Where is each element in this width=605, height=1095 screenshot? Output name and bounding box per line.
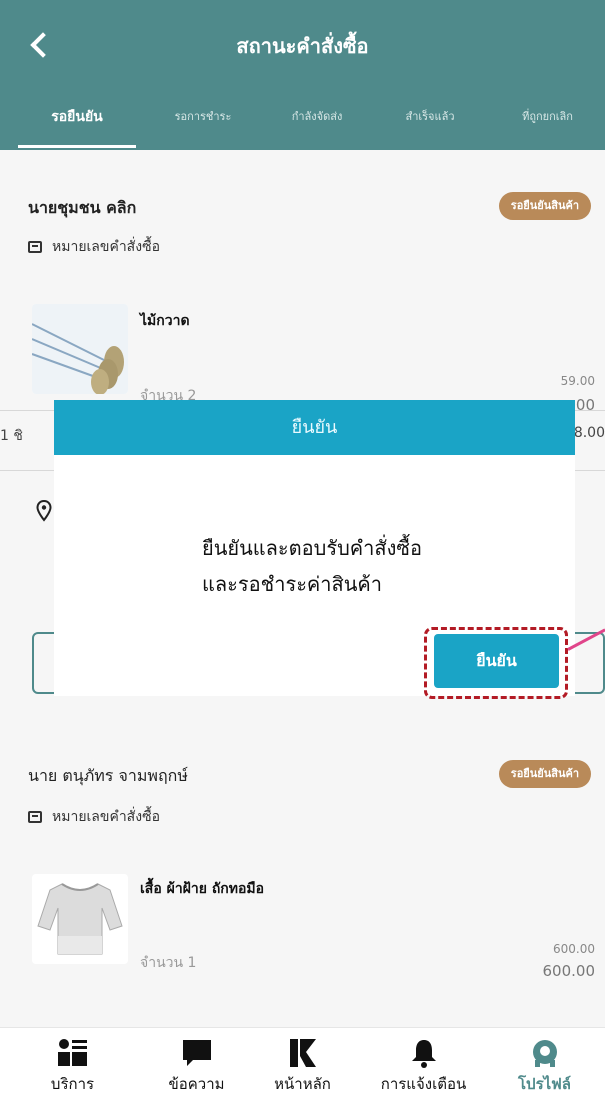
nav-label-notifications: การแจ้งเตือน [380, 1075, 467, 1093]
unit-price: 600.00 [553, 942, 595, 956]
product-name: เสื้อ ผ้าฝ้าย ถักทอมือ [140, 881, 265, 897]
buyer-name: นาย ตนุภัทร จามพฤกษ์ [28, 766, 188, 785]
order-number-label: หมายเลขคำสั่งซื้อ [52, 809, 160, 825]
order-number-row: หมายเลขคำสั่งซื้อ [28, 236, 160, 258]
tab-cancelled[interactable]: ที่ถูกยกเลิก [490, 88, 605, 150]
summary-total: 8.00 [573, 425, 605, 441]
product-quantity: จำนวน 1 [140, 955, 197, 971]
product-name: ไม้กวาด [140, 313, 190, 329]
page-title: สถานะคำสั่งซื้อ [236, 34, 369, 58]
services-icon [57, 1039, 87, 1066]
status-badge: รอยืนยันสินค้า [498, 192, 591, 220]
tab-awaiting-payment[interactable]: รอการชำระ [148, 88, 258, 150]
order-number-label: หมายเลขคำสั่งซื้อ [52, 239, 160, 255]
product-image-shirt [32, 874, 128, 964]
home-logo-icon [289, 1039, 316, 1067]
nav-item-messages[interactable]: ข้อความ [136, 1028, 257, 1095]
dialog-message-line-1: ยืนยันและตอบรับคำสั่งซื้อ [202, 536, 422, 560]
bell-icon [411, 1040, 436, 1068]
dialog-message-line-2: และรอชำระค่าสินค้า [202, 572, 383, 596]
bottom-navigation: บริการ ข้อความ หน้าหลัก การแจ้งเตือน โปร… [0, 1027, 605, 1095]
profile-icon [532, 1040, 557, 1067]
nav-label-messages: ข้อความ [168, 1075, 225, 1093]
summary-count: 1 ชิ [0, 428, 23, 444]
total-price: 600.00 [542, 962, 596, 980]
document-icon [28, 241, 42, 253]
buyer-name: นายชุมชน คลิก [28, 198, 137, 217]
dialog-title: ยืนยัน [54, 400, 575, 455]
tab-shipping[interactable]: กำลังจัดส่ง [262, 88, 372, 150]
nav-item-services[interactable]: บริการ [12, 1028, 133, 1095]
message-icon [182, 1040, 211, 1066]
status-badge: รอยืนยันสินค้า [498, 760, 591, 788]
nav-item-profile[interactable]: โปรไฟล์ [484, 1028, 605, 1095]
unit-price: 59.00 [560, 374, 595, 388]
nav-label-services: บริการ [50, 1075, 95, 1093]
app-header: สถานะคำสั่งซื้อ [0, 0, 605, 88]
dialog-message: ยืนยันและตอบรับคำสั่งซื้อ และรอชำระค่าสิ… [202, 530, 422, 602]
highlight-box [424, 627, 568, 699]
status-tabs: รอยืนยัน รอการชำระ กำลังจัดส่ง สำเร็จแล้… [0, 88, 605, 150]
tab-completed[interactable]: สำเร็จแล้ว [380, 88, 480, 150]
tab-awaiting-confirm[interactable]: รอยืนยัน [18, 88, 136, 150]
nav-item-notifications[interactable]: การแจ้งเตือน [363, 1028, 484, 1095]
product-image-broom [32, 304, 128, 394]
order-number-row: หมายเลขคำสั่งซื้อ [28, 806, 160, 828]
nav-label-profile: โปรไฟล์ [518, 1075, 571, 1093]
nav-item-home[interactable]: หน้าหลัก [242, 1028, 363, 1095]
nav-label-home: หน้าหลัก [274, 1075, 331, 1093]
document-icon [28, 811, 42, 823]
location-pin-icon [36, 500, 52, 522]
